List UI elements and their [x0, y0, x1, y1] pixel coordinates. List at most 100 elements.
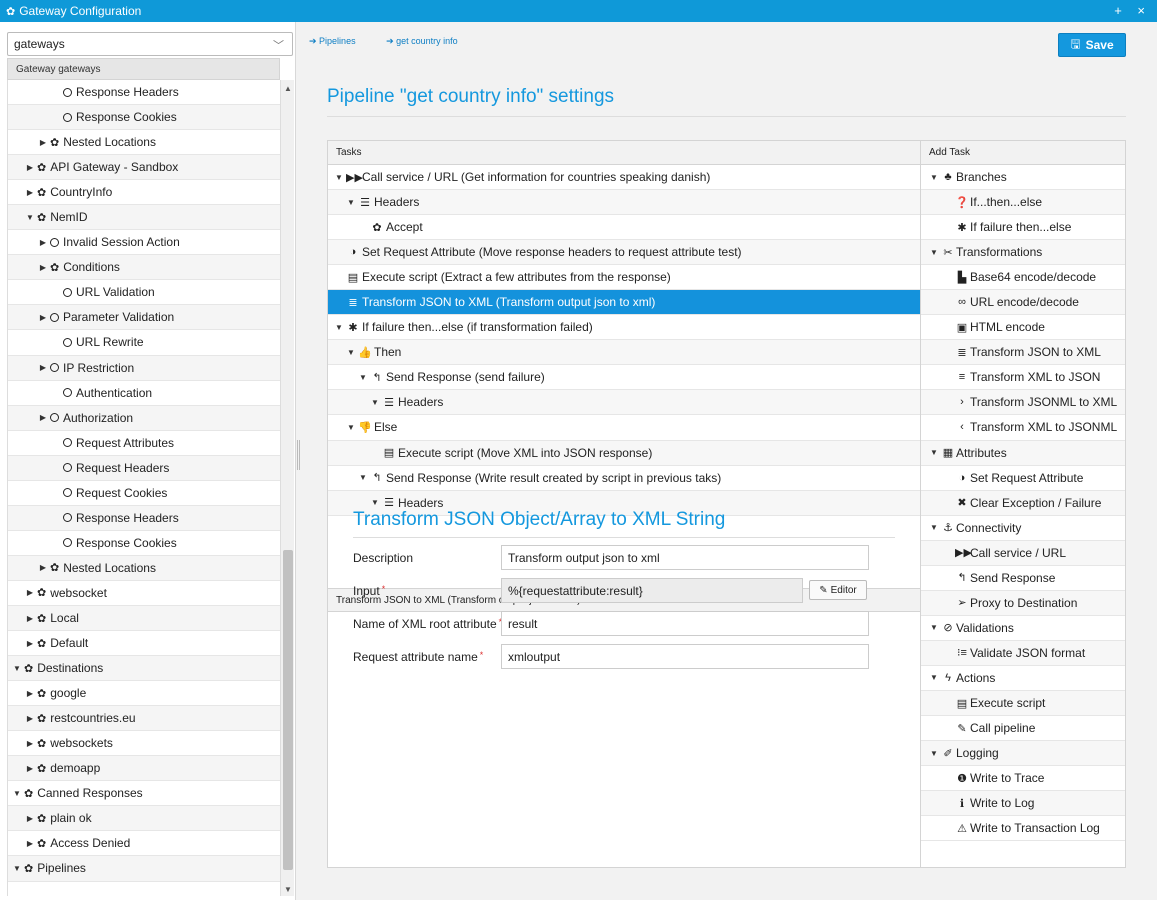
- sidebar-item-default[interactable]: ▶ ✿ Default: [8, 631, 280, 657]
- caret-down-icon[interactable]: ▼: [929, 448, 939, 457]
- sidebar-item-response-headers[interactable]: Response Headers: [8, 80, 280, 106]
- caret-right-icon[interactable]: ▶: [38, 413, 48, 422]
- add-task-item-transform-jsonml-to-xml[interactable]: › Transform JSONML to XML: [921, 390, 1125, 416]
- gateway-select[interactable]: gateways ﹀: [7, 32, 293, 56]
- sidebar-item-demoapp[interactable]: ▶ ✿ demoapp: [8, 756, 280, 782]
- breadcrumb-item-pipelines[interactable]: ➔ Pipelines: [309, 36, 370, 46]
- editor-button[interactable]: ✎ Editor: [809, 580, 867, 600]
- breadcrumb-item-pipeline[interactable]: ➔ get country info: [386, 36, 472, 46]
- add-task-item-proxy-to-destination[interactable]: ➢ Proxy to Destination: [921, 590, 1125, 616]
- add-task-item-transform-json-to-xml[interactable]: ≣ Transform JSON to XML: [921, 340, 1125, 366]
- caret-down-icon[interactable]: ▼: [929, 173, 939, 182]
- task-row[interactable]: ▼ ▶▶ Call service / URL (Get information f…: [328, 165, 920, 191]
- sidebar-item-parameter-validation[interactable]: ▶ Parameter Validation: [8, 305, 280, 331]
- sidebar-item-local[interactable]: ▶ ✿ Local: [8, 605, 280, 632]
- caret-right-icon[interactable]: ▶: [25, 614, 35, 623]
- add-task-item-if-failure-then-else[interactable]: ✱ If failure then...else: [921, 215, 1125, 241]
- task-row[interactable]: ▼ ↰ Send Response (Write result created by…: [328, 466, 920, 491]
- caret-down-icon[interactable]: ▼: [358, 373, 368, 382]
- sidebar-item-google[interactable]: ▶ ✿ google: [8, 681, 280, 707]
- add-task-item-base64-encode-decode[interactable]: ▙ Base64 encode/decode: [921, 265, 1125, 291]
- caret-right-icon[interactable]: ▶: [25, 714, 35, 723]
- sidebar-item-websockets[interactable]: ▶ ✿ websockets: [8, 731, 280, 757]
- add-task-item-call-pipeline[interactable]: ✎ Call pipeline: [921, 716, 1125, 742]
- sidebar-item-access-denied[interactable]: ▶ ✿ Access Denied: [8, 831, 280, 857]
- sidebar-item-request-headers[interactable]: Request Headers: [8, 455, 280, 481]
- input-field[interactable]: %{requestattribute:result}: [501, 578, 803, 603]
- caret-right-icon[interactable]: ▶: [25, 839, 35, 848]
- caret-down-icon[interactable]: ▼: [929, 749, 939, 758]
- add-task-item-validate-json-format[interactable]: ⁝≡ Validate JSON format: [921, 640, 1125, 666]
- add-task-item-send-response[interactable]: ↰ Send Response: [921, 566, 1125, 591]
- sidebar-item-conditions[interactable]: ▶ ✿ Conditions: [8, 255, 280, 281]
- scrollbar-thumb[interactable]: [283, 550, 293, 870]
- root-attribute-field[interactable]: result: [501, 611, 869, 636]
- sidebar-item-request-attributes[interactable]: Request Attributes: [8, 431, 280, 456]
- caret-down-icon[interactable]: ▼: [334, 173, 344, 182]
- caret-down-icon[interactable]: ▼: [929, 673, 939, 682]
- add-task-category-actions[interactable]: ▼ ϟ Actions: [921, 666, 1125, 691]
- task-row[interactable]: ≣ Transform JSON to XML (Transform output…: [328, 290, 920, 316]
- add-task-category-connectivity[interactable]: ▼ ⚓ Connectivity: [921, 516, 1125, 541]
- sidebar-item-nemid[interactable]: ▼ ✿ NemID: [8, 205, 280, 231]
- sidebar-item-restcountries-eu[interactable]: ▶ ✿ restcountries.eu: [8, 706, 280, 732]
- add-task-category-attributes[interactable]: ▼ ▦ Attributes: [921, 440, 1125, 466]
- add-task-item-transform-xml-to-jsonml[interactable]: ‹ Transform XML to JSONML: [921, 415, 1125, 441]
- caret-down-icon[interactable]: ▼: [346, 348, 356, 357]
- task-row[interactable]: ✿ Accept: [328, 215, 920, 241]
- caret-down-icon[interactable]: ▼: [929, 523, 939, 532]
- request-attribute-field[interactable]: xmloutput: [501, 644, 869, 669]
- sidebar-item-destinations[interactable]: ▼ ✿ Destinations: [8, 656, 280, 682]
- task-row[interactable]: ▼ ↰ Send Response (send failure): [328, 365, 920, 391]
- sidebar-item-request-cookies[interactable]: Request Cookies: [8, 481, 280, 506]
- caret-down-icon[interactable]: ▼: [929, 248, 939, 257]
- task-row[interactable]: ◑ Set Request Attribute (Move response he…: [328, 240, 920, 266]
- sidebar-item-ip-restriction[interactable]: ▶ IP Restriction: [8, 355, 280, 381]
- description-field[interactable]: Transform output json to xml: [501, 545, 869, 570]
- sidebar-item-authentication[interactable]: Authentication: [8, 381, 280, 406]
- caret-right-icon[interactable]: ▶: [25, 739, 35, 748]
- caret-right-icon[interactable]: ▶: [25, 639, 35, 648]
- save-button[interactable]: 🖫 Save: [1058, 33, 1126, 57]
- caret-right-icon[interactable]: ▶: [25, 814, 35, 823]
- add-task-category-branches[interactable]: ▼ ♣ Branches: [921, 165, 1125, 191]
- sidebar-item-response-headers[interactable]: Response Headers: [8, 505, 280, 531]
- add-task-category-validations[interactable]: ▼ ⊘ Validations: [921, 616, 1125, 641]
- sidebar-item-nested-locations[interactable]: ▶ ✿ Nested Locations: [8, 555, 280, 581]
- sidebar-item-response-cookies[interactable]: Response Cookies: [8, 531, 280, 556]
- caret-down-icon[interactable]: ▼: [12, 664, 22, 673]
- add-task-item-set-request-attribute[interactable]: ◑ Set Request Attribute: [921, 466, 1125, 491]
- sidebar-scrollbar[interactable]: ▲ ▼: [280, 80, 294, 896]
- sidebar-item-canned-responses[interactable]: ▼ ✿ Canned Responses: [8, 781, 280, 807]
- caret-down-icon[interactable]: ▼: [358, 473, 368, 482]
- task-row[interactable]: ▼ 👎 Else: [328, 415, 920, 441]
- add-task-item-write-to-trace[interactable]: ❶ Write to Trace: [921, 766, 1125, 792]
- chevron-down-icon[interactable]: ﹀: [273, 37, 284, 53]
- caret-down-icon[interactable]: ▼: [12, 789, 22, 798]
- sidebar-item-response-cookies[interactable]: Response Cookies: [8, 105, 280, 131]
- caret-down-icon[interactable]: ▼: [346, 423, 356, 432]
- sidebar-item-url-rewrite[interactable]: URL Rewrite: [8, 330, 280, 356]
- add-task-item-url-encode-decode[interactable]: ∞ URL encode/decode: [921, 290, 1125, 316]
- sidebar-item-invalid-session-action[interactable]: ▶ Invalid Session Action: [8, 230, 280, 256]
- task-row[interactable]: ▼ ✱ If failure then...else (if transformat…: [328, 315, 920, 341]
- caret-down-icon[interactable]: ▼: [929, 623, 939, 632]
- sidebar-item-url-validation[interactable]: URL Validation: [8, 280, 280, 306]
- caret-right-icon[interactable]: ▶: [25, 188, 35, 197]
- caret-right-icon[interactable]: ▶: [25, 689, 35, 698]
- sidebar-item-authorization[interactable]: ▶ Authorization: [8, 405, 280, 431]
- task-row[interactable]: ▼ ☰ Headers: [328, 190, 920, 216]
- task-row[interactable]: ▤ Execute script (Move XML into JSON resp…: [328, 440, 920, 466]
- caret-down-icon[interactable]: ▼: [12, 864, 22, 873]
- task-row[interactable]: ▼ ☰ Headers: [328, 390, 920, 416]
- caret-down-icon[interactable]: ▼: [346, 198, 356, 207]
- caret-right-icon[interactable]: ▶: [25, 163, 35, 172]
- add-task-item-if-then-else[interactable]: ❓ If...then...else: [921, 190, 1125, 216]
- task-row[interactable]: ▤ Execute script (Extract a few attribute…: [328, 265, 920, 291]
- caret-right-icon[interactable]: ▶: [38, 138, 48, 147]
- window-controls[interactable]: + ×: [1114, 3, 1151, 18]
- add-task-item-call-service-url[interactable]: ▶▶ Call service / URL: [921, 540, 1125, 566]
- caret-right-icon[interactable]: ▶: [25, 588, 35, 597]
- add-task-item-html-encode[interactable]: ▣ HTML encode: [921, 315, 1125, 341]
- panel-splitter[interactable]: [297, 440, 300, 470]
